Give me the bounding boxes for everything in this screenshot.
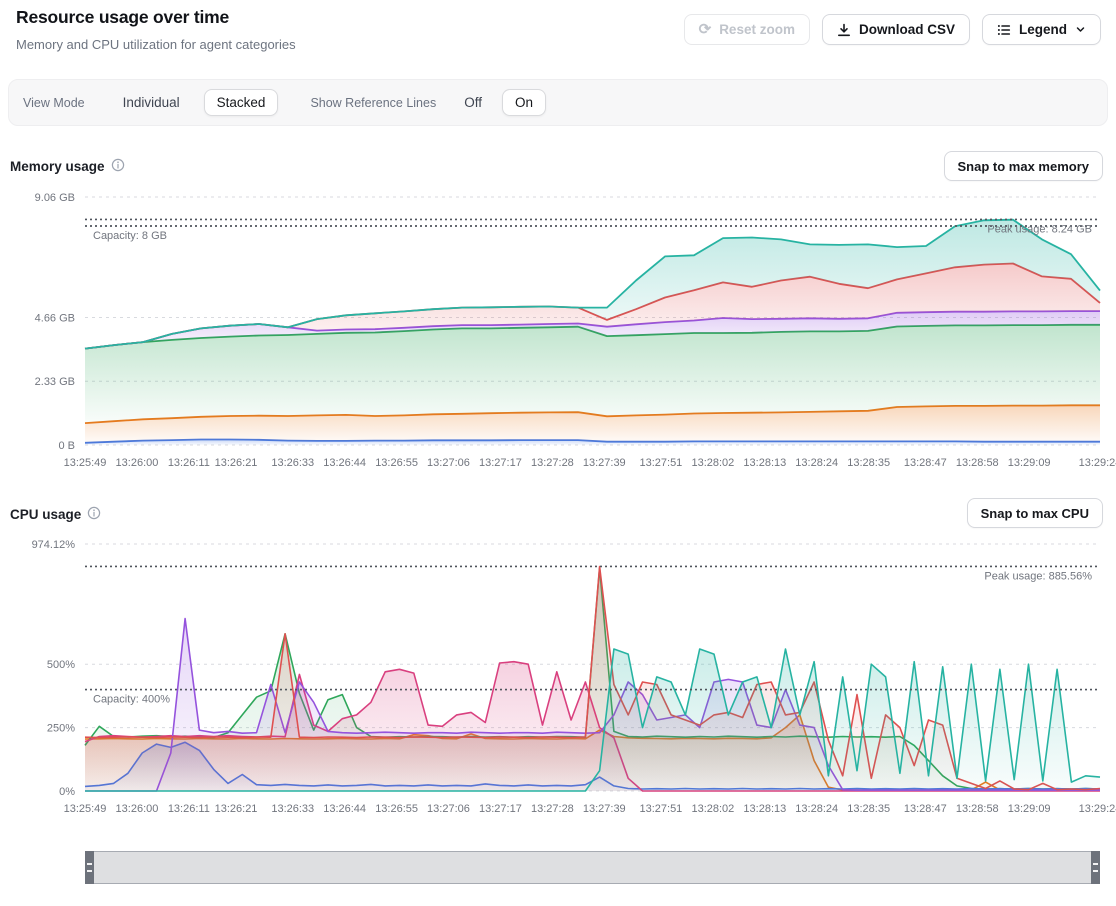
svg-text:13:26:44: 13:26:44	[323, 457, 366, 469]
brush-right-handle[interactable]	[1091, 851, 1100, 884]
svg-text:13:28:58: 13:28:58	[956, 457, 999, 469]
svg-text:13:28:58: 13:28:58	[956, 803, 999, 815]
resource-usage-page: Resource usage over time Memory and CPU …	[0, 0, 1116, 906]
grip-icon	[1093, 863, 1098, 872]
svg-text:500%: 500%	[47, 659, 75, 671]
svg-text:13:28:13: 13:28:13	[743, 457, 786, 469]
svg-text:13:29:09: 13:29:09	[1008, 803, 1051, 815]
grip-icon	[87, 863, 92, 872]
svg-text:13:27:28: 13:27:28	[531, 457, 574, 469]
download-csv-button[interactable]: Download CSV	[822, 14, 970, 45]
svg-text:13:25:49: 13:25:49	[64, 803, 107, 815]
svg-text:13:26:33: 13:26:33	[271, 457, 314, 469]
svg-text:13:28:24: 13:28:24	[795, 803, 838, 815]
time-range-brush[interactable]	[85, 851, 1100, 884]
svg-text:13:29:09: 13:29:09	[1008, 457, 1051, 469]
legend-button[interactable]: Legend	[982, 14, 1101, 45]
memory-section-title: Memory usage	[10, 158, 125, 175]
svg-text:13:27:06: 13:27:06	[427, 803, 470, 815]
svg-text:13:28:24: 13:28:24	[795, 457, 838, 469]
svg-text:Peak usage: 885.56%: Peak usage: 885.56%	[984, 570, 1092, 582]
svg-text:13:27:51: 13:27:51	[639, 803, 682, 815]
chevron-down-icon	[1075, 24, 1086, 35]
svg-text:250%: 250%	[47, 723, 75, 735]
svg-text:13:29:24: 13:29:24	[1079, 803, 1116, 815]
svg-text:13:27:51: 13:27:51	[639, 457, 682, 469]
svg-text:13:26:33: 13:26:33	[271, 803, 314, 815]
info-icon[interactable]	[87, 506, 101, 523]
svg-text:Peak usage: 8.24 GB: Peak usage: 8.24 GB	[987, 223, 1092, 235]
page-title: Resource usage over time	[16, 7, 229, 28]
snap-to-max-memory-button[interactable]: Snap to max memory	[944, 151, 1104, 181]
svg-text:13:29:24: 13:29:24	[1079, 457, 1116, 469]
reference-off[interactable]: Off	[452, 90, 494, 115]
svg-text:13:26:21: 13:26:21	[215, 457, 258, 469]
svg-text:0%: 0%	[59, 786, 75, 798]
svg-text:974.12%: 974.12%	[32, 539, 76, 551]
reset-zoom-button[interactable]: ⟳ Reset zoom	[684, 14, 810, 45]
svg-text:0 B: 0 B	[58, 440, 75, 452]
svg-text:13:28:35: 13:28:35	[847, 803, 890, 815]
reference-lines-label: Show Reference Lines	[310, 96, 436, 110]
brush-left-handle[interactable]	[85, 851, 94, 884]
svg-text:13:26:11: 13:26:11	[168, 803, 210, 815]
svg-text:13:26:00: 13:26:00	[116, 803, 159, 815]
svg-text:13:26:55: 13:26:55	[375, 457, 418, 469]
svg-text:13:27:39: 13:27:39	[583, 803, 626, 815]
svg-text:13:28:47: 13:28:47	[904, 803, 947, 815]
svg-text:9.06 GB: 9.06 GB	[35, 192, 75, 204]
svg-text:4.66 GB: 4.66 GB	[35, 312, 75, 324]
svg-text:Capacity: 400%: Capacity: 400%	[93, 694, 170, 706]
view-mode-stacked[interactable]: Stacked	[204, 89, 279, 116]
svg-text:13:28:02: 13:28:02	[691, 803, 734, 815]
svg-text:13:28:47: 13:28:47	[904, 457, 947, 469]
svg-text:13:27:17: 13:27:17	[479, 803, 522, 815]
info-icon[interactable]	[111, 158, 125, 175]
legend-list-icon	[997, 23, 1011, 37]
svg-text:13:28:02: 13:28:02	[691, 457, 734, 469]
svg-text:13:27:17: 13:27:17	[479, 457, 522, 469]
svg-text:Capacity: 8 GB: Capacity: 8 GB	[93, 230, 167, 242]
header-actions: ⟳ Reset zoom Download CSV Legend	[684, 14, 1101, 45]
svg-text:13:26:00: 13:26:00	[116, 457, 159, 469]
refresh-icon: ⟳	[699, 22, 712, 37]
svg-text:13:28:13: 13:28:13	[743, 803, 786, 815]
svg-text:13:27:06: 13:27:06	[427, 457, 470, 469]
svg-text:13:25:49: 13:25:49	[64, 457, 107, 469]
svg-text:13:27:28: 13:27:28	[531, 803, 574, 815]
svg-text:13:26:44: 13:26:44	[323, 803, 366, 815]
cpu-usage-chart[interactable]: 974.12% 500% 250% 0% 13:25:49 13:26:00 13:26:1…	[0, 535, 1116, 825]
view-options-toolbar: View Mode Individual Stacked Show Refere…	[8, 79, 1108, 126]
svg-text:2.33 GB: 2.33 GB	[35, 376, 75, 388]
view-mode-label: View Mode	[23, 96, 85, 110]
svg-text:13:28:35: 13:28:35	[847, 457, 890, 469]
svg-text:13:26:11: 13:26:11	[168, 457, 210, 469]
snap-to-max-cpu-button[interactable]: Snap to max CPU	[967, 498, 1103, 528]
svg-text:13:26:21: 13:26:21	[215, 803, 258, 815]
svg-text:13:27:39: 13:27:39	[583, 457, 626, 469]
reference-on[interactable]: On	[502, 89, 546, 116]
view-mode-individual[interactable]: Individual	[111, 90, 192, 115]
page-subtitle: Memory and CPU utilization for agent cat…	[16, 37, 296, 52]
cpu-section-title: CPU usage	[10, 506, 101, 523]
svg-text:13:26:55: 13:26:55	[375, 803, 418, 815]
memory-usage-chart[interactable]: 9.06 GB 4.66 GB 2.33 GB 0 B 13:25:49 13:26:00…	[0, 188, 1116, 478]
download-icon	[837, 23, 851, 37]
